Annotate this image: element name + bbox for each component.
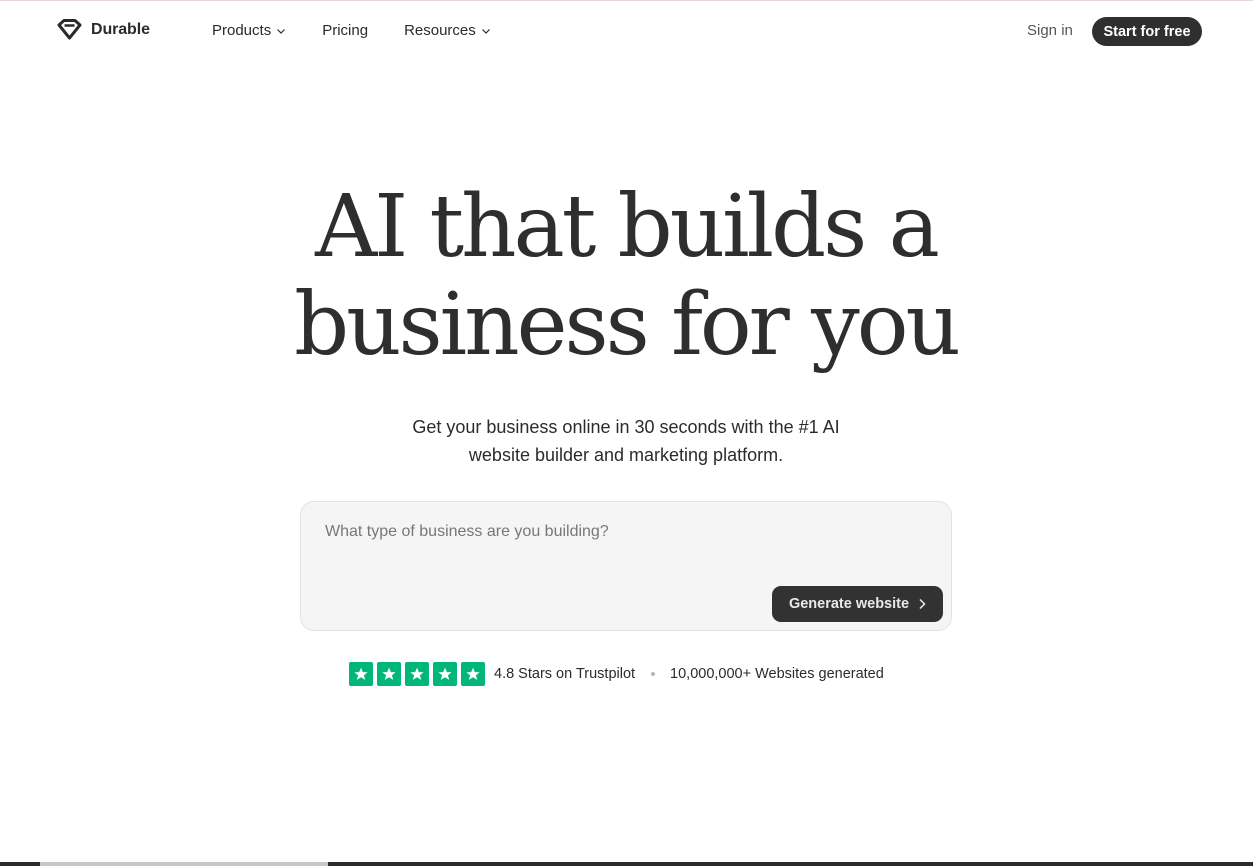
nav-products[interactable]: Products — [212, 22, 286, 39]
trustpilot-stars — [349, 662, 485, 686]
websites-generated-count: 10,000,000+ Websites generated — [670, 666, 884, 682]
nav-pricing[interactable]: Pricing — [322, 22, 368, 39]
trustpilot-rating: 4.8 Stars on Trustpilot — [494, 666, 636, 682]
hero-title-line-2: business for you — [294, 275, 961, 375]
sign-in-link[interactable]: Sign in — [1027, 22, 1073, 39]
bottom-edge-segment — [328, 862, 1253, 866]
generate-website-label: Generate website — [788, 596, 910, 612]
chevron-down-icon — [481, 28, 490, 34]
hero-subtitle-line-2: website builder and marketing platform. — [468, 445, 784, 465]
brand-name: Durable — [91, 21, 150, 38]
bottom-edge-segment — [40, 862, 328, 866]
chevron-down-icon — [277, 28, 286, 34]
diamond-logo-icon — [57, 19, 82, 40]
nav-pricing-label: Pricing — [322, 22, 369, 39]
business-type-input[interactable] — [325, 520, 925, 544]
separator-dot — [651, 672, 656, 676]
hero-title-line-1: AI that builds a — [315, 177, 940, 277]
star-icon — [349, 662, 373, 686]
business-prompt-box[interactable]: Generate website — [300, 501, 952, 631]
hero-subtitle: Get your business online in 30 seconds w… — [376, 413, 876, 469]
star-icon — [377, 662, 401, 686]
bottom-edge — [0, 862, 1253, 866]
nav-products-label: Products — [212, 22, 272, 39]
social-proof: 4.8 Stars on Trustpilot 10,000,000+ Webs… — [349, 662, 884, 686]
start-for-free-button[interactable]: Start for free — [1092, 17, 1202, 46]
hero-title: AI that builds a business for you — [226, 178, 1026, 374]
main-nav: Products Pricing Resources — [212, 22, 491, 39]
hero-subtitle-line-1: Get your business online in 30 seconds w… — [412, 417, 840, 437]
brand-logo-link[interactable]: Durable — [56, 19, 150, 41]
nav-resources-label: Resources — [404, 22, 476, 39]
bottom-edge-segment — [0, 862, 40, 866]
nav-resources[interactable]: Resources — [404, 22, 491, 39]
star-icon — [433, 662, 457, 686]
star-icon — [461, 662, 485, 686]
top-nav: Durable Products Pricing Resources Sign … — [0, 1, 1253, 61]
star-icon — [405, 662, 429, 686]
chevron-right-icon — [919, 598, 926, 610]
generate-website-button[interactable]: Generate website — [772, 586, 943, 622]
